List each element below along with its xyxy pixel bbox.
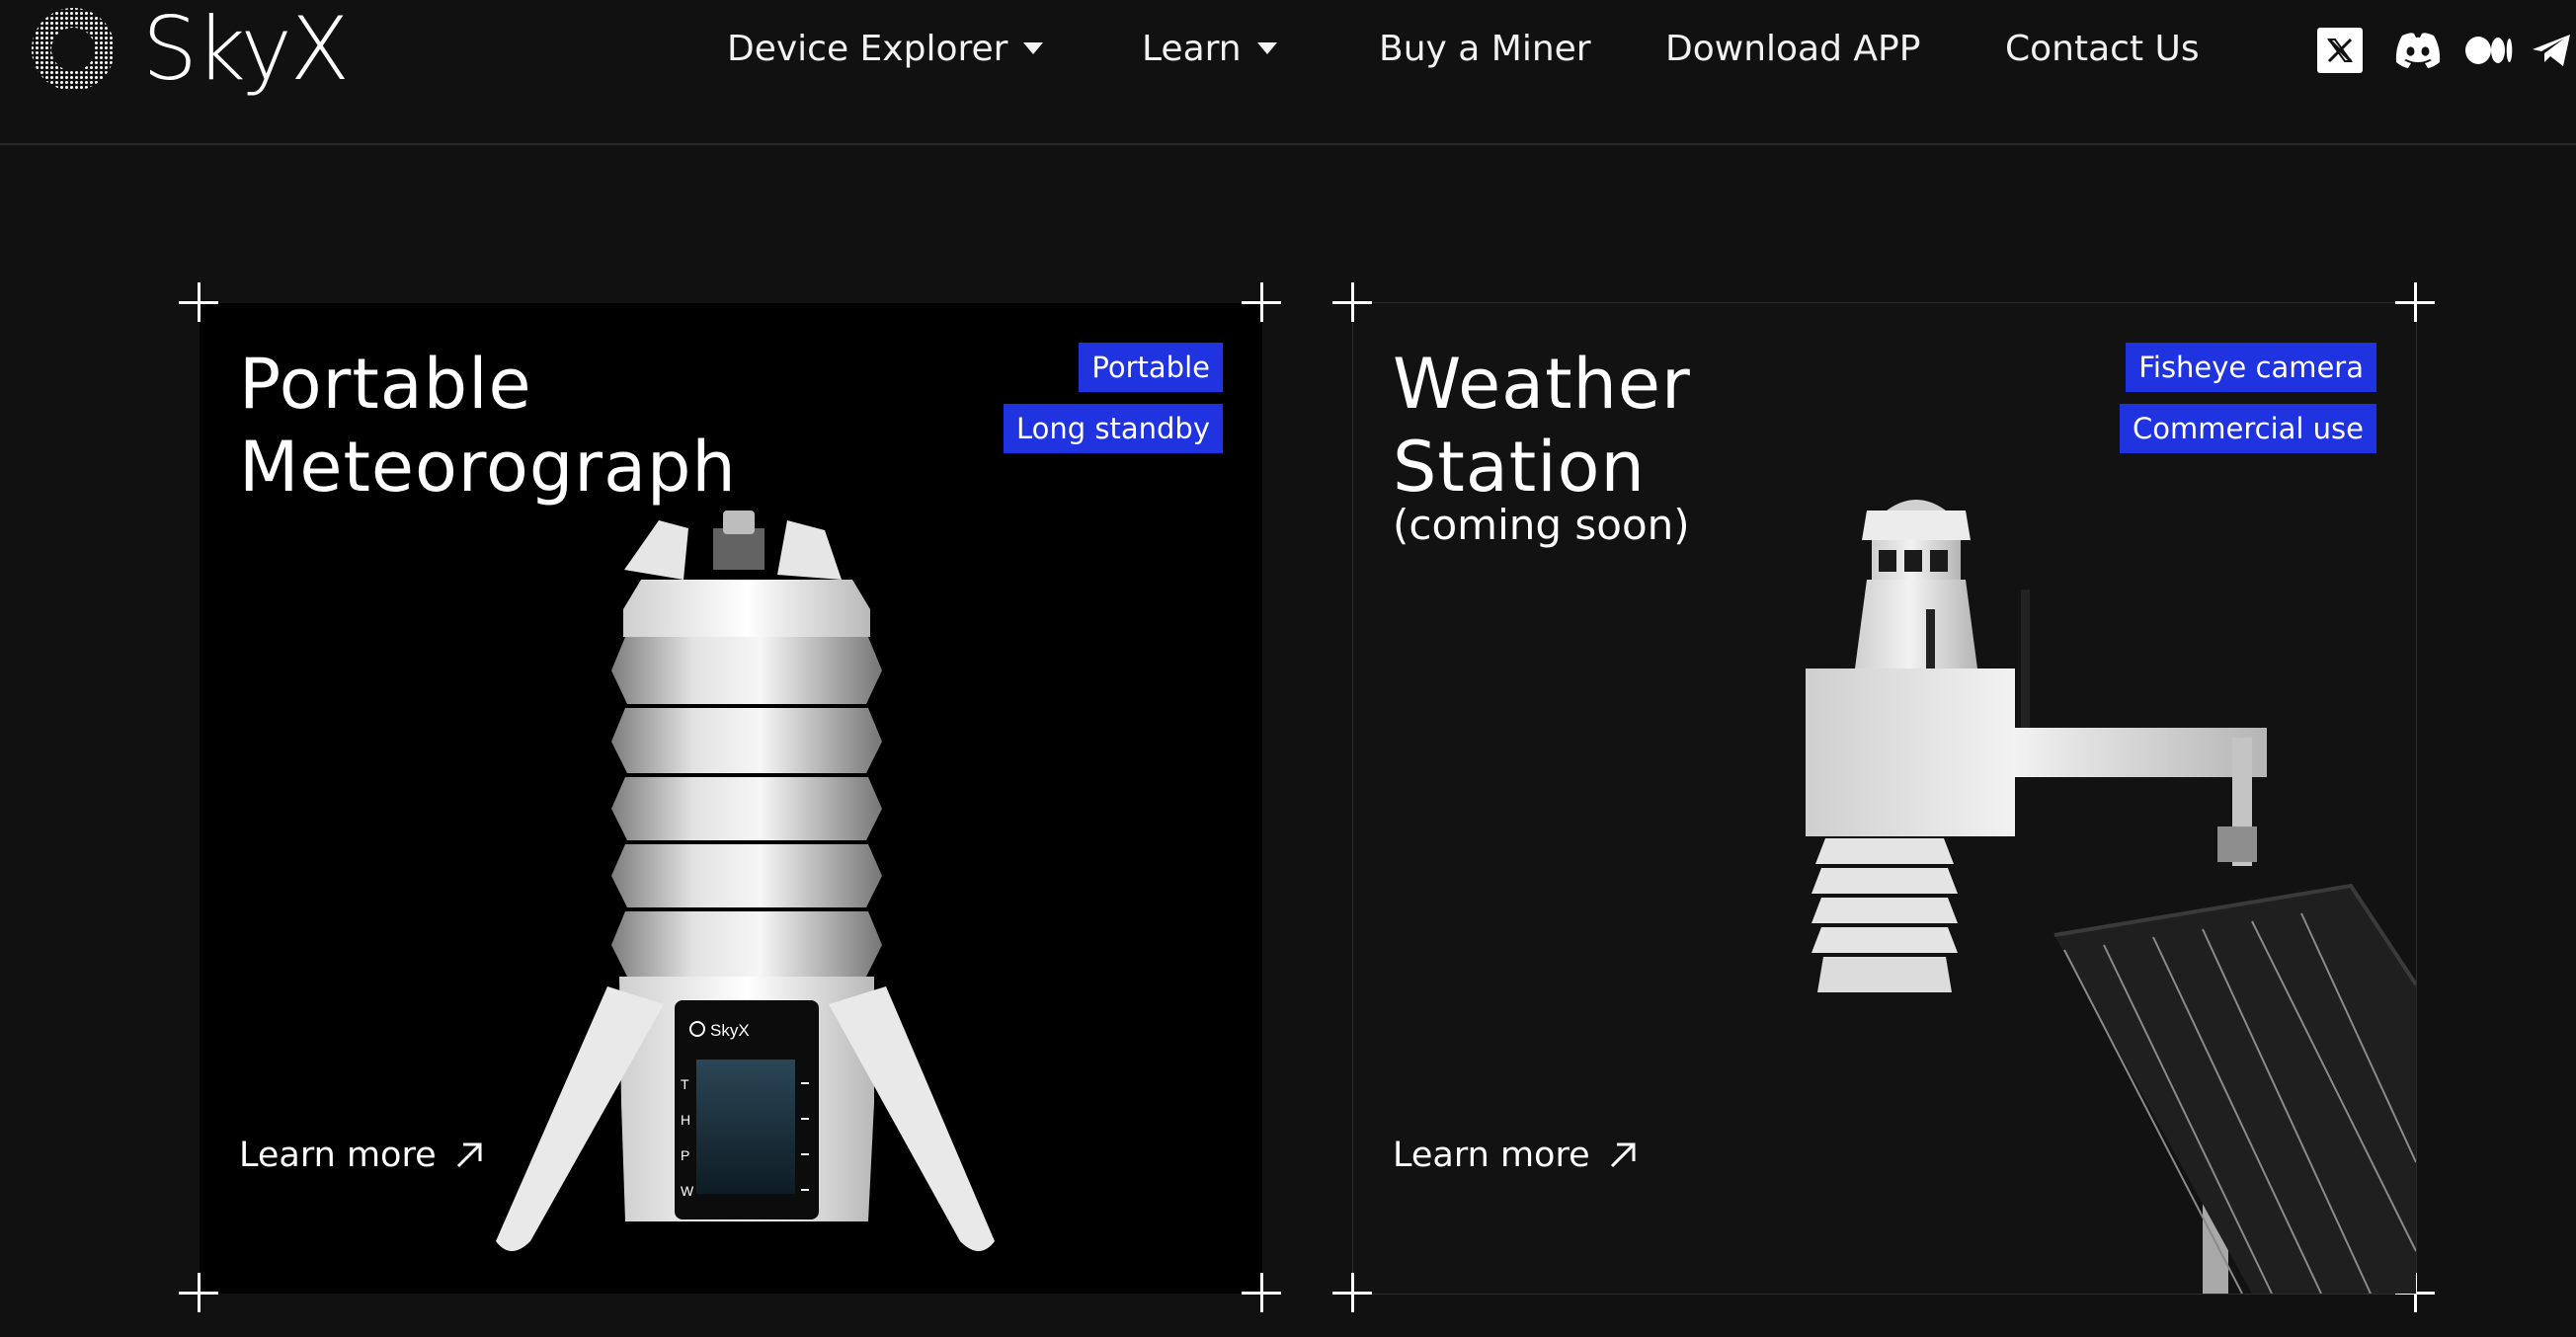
card-title-line: Station: [1393, 427, 1646, 508]
card-title: Portable Meteorograph: [239, 343, 737, 509]
product-card-weather-station[interactable]: Weather Station (coming soon) Fisheye ca…: [1352, 302, 2417, 1295]
x-icon[interactable]: [2317, 28, 2363, 73]
nav-contact-us[interactable]: Contact Us: [2005, 14, 2200, 83]
card-title-line: Weather: [1393, 344, 1691, 425]
arrow-up-right-icon: [1610, 1142, 1636, 1168]
display-letter: T: [681, 1076, 689, 1092]
caret-down-icon: [1023, 42, 1044, 54]
discord-icon[interactable]: [2390, 28, 2446, 73]
device-brand-label: SkyX: [710, 1021, 750, 1040]
corner-plus-icon: [179, 1273, 218, 1312]
nav-label: Learn: [1142, 28, 1242, 69]
skyx-logo-icon: [32, 8, 115, 91]
badge-group: Portable Long standby: [1003, 343, 1223, 453]
card-title-line: Meteorograph: [239, 427, 737, 508]
telegram-icon[interactable]: [2531, 28, 2570, 73]
nav-label: Buy a Miner: [1379, 28, 1591, 69]
nav-download-app[interactable]: Download APP: [1665, 14, 1920, 83]
badge-long-standby: Long standby: [1003, 404, 1223, 453]
learn-more-label: Learn more: [239, 1136, 437, 1175]
corner-plus-icon: [1242, 282, 1281, 322]
card-title-line: Portable: [239, 344, 532, 425]
corner-plus-icon: [1332, 1273, 1372, 1312]
display-letter: W: [681, 1183, 694, 1199]
product-card-portable-meteorograph[interactable]: SkyX T H P W Portable Meteorograph Porta…: [200, 303, 1262, 1294]
learn-more-link[interactable]: Learn more: [1393, 1136, 1638, 1175]
corner-plus-icon: [2395, 282, 2435, 322]
card-subtitle: (coming soon): [1393, 501, 1690, 549]
nav-device-explorer[interactable]: Device Explorer: [727, 14, 1044, 83]
card-title: Weather Station: [1393, 343, 1691, 509]
corner-plus-icon: [1332, 282, 1372, 322]
brand-name: SkyX: [142, 0, 350, 100]
medium-icon[interactable]: [2465, 28, 2513, 73]
nav-label: Download APP: [1665, 28, 1921, 69]
corner-plus-icon: [179, 282, 218, 322]
learn-more-link[interactable]: Learn more: [239, 1136, 484, 1175]
arrow-up-right-icon: [456, 1142, 482, 1168]
caret-down-icon: [1256, 42, 1277, 54]
nav-label: Device Explorer: [727, 28, 1008, 69]
weather-station-image: [1806, 500, 2416, 1294]
brand-logo[interactable]: SkyX: [30, 0, 350, 100]
nav-learn[interactable]: Learn: [1142, 14, 1277, 83]
nav-buy-a-miner[interactable]: Buy a Miner: [1379, 14, 1591, 83]
corner-plus-icon: [1242, 1273, 1281, 1312]
display-letter: H: [681, 1112, 690, 1128]
badge-commercial-use: Commercial use: [2120, 404, 2376, 453]
display-letter: P: [681, 1147, 689, 1163]
site-header: SkyX Device Explorer Learn Buy a Miner D…: [0, 0, 2576, 145]
nav-label: Contact Us: [2005, 28, 2200, 69]
badge-fisheye-camera: Fisheye camera: [2126, 343, 2376, 392]
learn-more-label: Learn more: [1393, 1136, 1590, 1175]
badge-portable: Portable: [1079, 343, 1223, 392]
badge-group: Fisheye camera Commercial use: [2120, 343, 2376, 453]
